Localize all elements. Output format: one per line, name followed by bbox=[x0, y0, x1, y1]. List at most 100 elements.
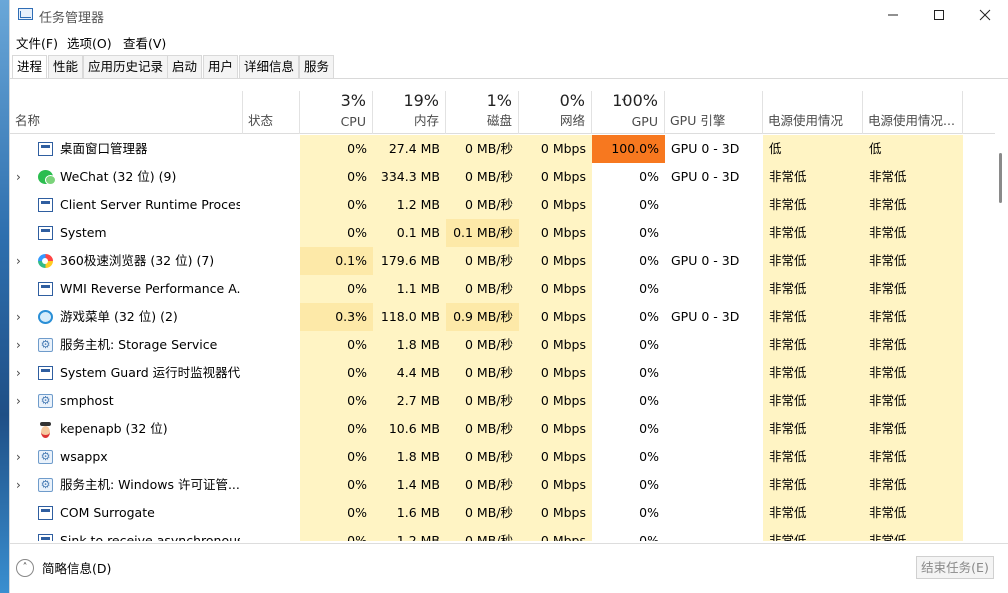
process-row[interactable]: kepenapb (32 位) 0% 10.6 MB 0 MB/秒 0 Mbps 0% 非常… bbox=[10, 415, 995, 443]
gpu-cell: 0% bbox=[639, 449, 659, 464]
title-bar[interactable]: 任务管理器 bbox=[10, 0, 1008, 30]
disk-total: 1% bbox=[486, 91, 512, 110]
process-row[interactable]: › ⚙ smphost 0% 2.7 MB 0 MB/秒 0 Mbps 0% 非常低 非常低 bbox=[10, 387, 995, 415]
col-network[interactable]: 0% 网络 bbox=[519, 91, 592, 134]
power-usage-trend-cell: 非常低 bbox=[863, 359, 963, 387]
chevron-up-icon: ˄ bbox=[16, 558, 34, 577]
vertical-scrollbar[interactable] bbox=[995, 135, 1008, 541]
gpu-cell: 0% bbox=[639, 253, 659, 268]
chevron-right-icon[interactable]: › bbox=[16, 443, 21, 471]
power-usage-trend-cell: 非常低 bbox=[863, 387, 963, 415]
scrollbar-thumb[interactable] bbox=[999, 153, 1002, 203]
power-usage-cell: 非常低 bbox=[763, 331, 863, 359]
col-memory[interactable]: 19% 内存 bbox=[373, 91, 446, 134]
power-usage-trend-cell: 非常低 bbox=[863, 163, 963, 191]
chevron-right-icon[interactable]: › bbox=[16, 471, 21, 499]
power-usage-cell: 非常低 bbox=[763, 359, 863, 387]
power-usage-cell: 非常低 bbox=[763, 303, 863, 331]
kepenapb-icon bbox=[38, 422, 53, 438]
process-row[interactable]: System 0% 0.1 MB 0.1 MB/秒 0 Mbps 0% 非常低 非常低 bbox=[10, 219, 995, 247]
tab-startup[interactable]: 启动 bbox=[167, 55, 203, 78]
gpu-cell: 0% bbox=[639, 169, 659, 184]
chevron-right-icon[interactable]: › bbox=[16, 387, 21, 415]
col-power-usage-trend[interactable]: 电源使用情况... bbox=[863, 91, 963, 134]
process-row[interactable]: WMI Reverse Performance A... 0% 1.1 MB 0 MB… bbox=[10, 275, 995, 303]
process-row[interactable]: Client Server Runtime Process 0% 1.2 MB 0 M… bbox=[10, 191, 995, 219]
process-row[interactable]: 桌面窗口管理器 0% 27.4 MB 0 MB/秒 0 Mbps 100.0% GPU 0 … bbox=[10, 135, 995, 163]
minimize-button[interactable] bbox=[870, 0, 916, 30]
disk-cell: 0 MB/秒 bbox=[446, 247, 519, 275]
close-icon bbox=[979, 9, 991, 21]
process-row[interactable]: › System Guard 运行时监视器代... 0% 4.4 MB 0 MB/秒 0 … bbox=[10, 359, 995, 387]
chevron-right-icon[interactable]: › bbox=[16, 359, 21, 387]
process-row[interactable]: › ⚙ 服务主机: Storage Service 0% 1.8 MB 0 MB/秒 0 M… bbox=[10, 331, 995, 359]
fewer-details-button[interactable]: ˄ 简略信息(D) bbox=[16, 558, 111, 577]
cpu-cell: 0% bbox=[300, 275, 373, 303]
process-row[interactable]: COM Surrogate 0% 1.6 MB 0 MB/秒 0 Mbps 0% 非常低 非常… bbox=[10, 499, 995, 527]
chevron-right-icon[interactable]: › bbox=[16, 303, 21, 331]
menu-file[interactable]: 文件(F) bbox=[16, 33, 58, 52]
col-gpu[interactable]: ⌄ 100% GPU bbox=[592, 91, 665, 134]
gpu-cell: 0% bbox=[639, 477, 659, 492]
col-disk[interactable]: 1% 磁盘 bbox=[446, 91, 519, 134]
cpu-cell: 0% bbox=[300, 163, 373, 191]
power-usage-trend-cell: 非常低 bbox=[863, 527, 963, 541]
menu-view[interactable]: 查看(V) bbox=[123, 33, 166, 52]
memory-cell: 1.1 MB bbox=[373, 275, 446, 303]
end-task-button[interactable]: 结束任务(E) bbox=[916, 556, 994, 579]
network-cell: 0 Mbps bbox=[519, 415, 592, 443]
gpu-total: 100% bbox=[612, 91, 658, 110]
maximize-button[interactable] bbox=[916, 0, 962, 30]
cpu-total: 3% bbox=[340, 91, 366, 110]
gpu-cell: 0% bbox=[639, 337, 659, 352]
process-row[interactable]: › WeChat (32 位) (9) 0% 334.3 MB 0 MB/秒 0 Mbps… bbox=[10, 163, 995, 191]
col-gpu-engine[interactable]: GPU 引擎 bbox=[665, 91, 763, 134]
process-row[interactable]: › 游戏菜单 (32 位) (2) 0.3% 118.0 MB 0.9 MB/秒 0 Mb… bbox=[10, 303, 995, 331]
chevron-right-icon[interactable]: › bbox=[16, 163, 21, 191]
gpu-engine-cell bbox=[665, 275, 763, 303]
disk-cell: 0 MB/秒 bbox=[446, 331, 519, 359]
disk-cell: 0.9 MB/秒 bbox=[446, 303, 519, 331]
tab-users[interactable]: 用户 bbox=[203, 55, 239, 78]
col-name[interactable]: 名称 bbox=[10, 91, 243, 134]
col-power-usage[interactable]: 电源使用情况 bbox=[763, 91, 863, 134]
power-usage-cell: 非常低 bbox=[763, 247, 863, 275]
power-usage-cell: 非常低 bbox=[763, 191, 863, 219]
tab-details[interactable]: 详细信息 bbox=[239, 55, 300, 78]
process-row[interactable]: › ⚙ wsappx 0% 1.8 MB 0 MB/秒 0 Mbps 0% 非常低 非常低 bbox=[10, 443, 995, 471]
power-usage-trend-cell: 非常低 bbox=[863, 219, 963, 247]
power-usage-cell: 低 bbox=[763, 135, 863, 163]
disk-cell: 0 MB/秒 bbox=[446, 471, 519, 499]
service-gear-icon: ⚙ bbox=[38, 394, 53, 408]
tab-processes[interactable]: 进程 bbox=[12, 55, 48, 79]
tab-services[interactable]: 服务 bbox=[299, 55, 335, 78]
cpu-cell: 0.1% bbox=[300, 247, 373, 275]
col-cpu[interactable]: 3% CPU bbox=[300, 91, 373, 134]
gpu-cell: 100.0% bbox=[592, 135, 665, 163]
process-name: Client Server Runtime Process bbox=[60, 197, 240, 212]
window-icon bbox=[38, 534, 53, 541]
process-name: 游戏菜单 (32 位) (2) bbox=[60, 309, 178, 324]
gpu-engine-cell bbox=[665, 443, 763, 471]
close-button[interactable] bbox=[962, 0, 1008, 30]
col-network-label: 网络 bbox=[559, 113, 585, 128]
tab-performance[interactable]: 性能 bbox=[48, 55, 84, 78]
gpu-engine-cell bbox=[665, 331, 763, 359]
tab-app-history[interactable]: 应用历史记录 bbox=[83, 55, 169, 78]
chevron-right-icon[interactable]: › bbox=[16, 331, 21, 359]
menu-options[interactable]: 选项(O) bbox=[67, 33, 112, 52]
chevron-right-icon[interactable]: › bbox=[16, 247, 21, 275]
power-usage-trend-cell: 非常低 bbox=[863, 471, 963, 499]
process-row[interactable]: › 360极速浏览器 (32 位) (7) 0.1% 179.6 MB 0 MB/秒 0 … bbox=[10, 247, 995, 275]
process-row[interactable]: › ⚙ 服务主机: Windows 许可证管... 0% 1.4 MB 0 MB/秒 0 M… bbox=[10, 471, 995, 499]
power-usage-cell: 非常低 bbox=[763, 219, 863, 247]
cpu-cell: 0% bbox=[300, 443, 373, 471]
cpu-cell: 0% bbox=[300, 499, 373, 527]
power-usage-trend-cell: 非常低 bbox=[863, 331, 963, 359]
process-row[interactable]: Sink to receive asynchronous... 0% 1.2 MB 0… bbox=[10, 527, 995, 541]
power-usage-trend-cell: 非常低 bbox=[863, 499, 963, 527]
power-usage-cell: 非常低 bbox=[763, 387, 863, 415]
gpu-engine-cell: GPU 0 - 3D bbox=[671, 309, 740, 324]
col-status[interactable]: 状态 bbox=[243, 91, 300, 134]
network-cell: 0 Mbps bbox=[519, 471, 592, 499]
